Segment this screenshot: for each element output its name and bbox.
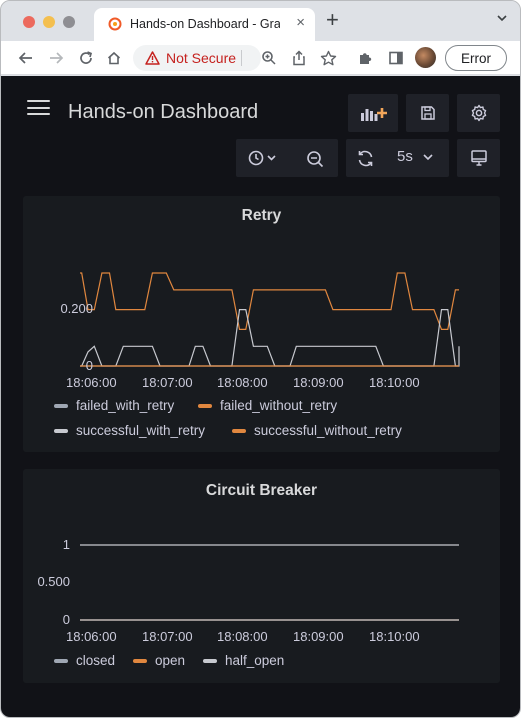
add-panel-button[interactable] bbox=[348, 94, 398, 132]
x-tick-label: 18:10:00 bbox=[369, 629, 420, 644]
profile-avatar[interactable] bbox=[415, 47, 436, 68]
legend-swatch bbox=[54, 428, 68, 433]
grafana-logo-icon bbox=[108, 17, 122, 31]
address-separator bbox=[241, 50, 242, 66]
legend-swatch bbox=[133, 658, 147, 663]
chevron-down-icon[interactable] bbox=[496, 12, 508, 24]
x-tick-label: 18:09:00 bbox=[293, 375, 344, 390]
circuit-breaker-plot-area bbox=[80, 544, 459, 621]
retry-panel: Retry 0.200 0 18:06:00 18:07:00 18:08:00… bbox=[23, 196, 500, 452]
zoom-out-button[interactable] bbox=[306, 150, 324, 173]
zoom-out-icon bbox=[307, 151, 324, 168]
share-icon[interactable] bbox=[290, 49, 308, 67]
forward-arrow-icon[interactable] bbox=[47, 49, 65, 67]
time-picker-group bbox=[236, 139, 338, 177]
legend-swatch bbox=[198, 403, 212, 408]
settings-gear-icon bbox=[471, 104, 486, 122]
bookmark-star-icon[interactable] bbox=[319, 49, 337, 67]
tv-mode-icon bbox=[470, 150, 487, 166]
refresh-icon bbox=[358, 150, 373, 167]
warning-icon bbox=[145, 51, 160, 65]
zoom-icon[interactable] bbox=[260, 49, 278, 67]
minimize-window-button[interactable] bbox=[43, 16, 55, 28]
add-panel-icon bbox=[361, 108, 387, 121]
tab-close-icon[interactable]: × bbox=[296, 14, 305, 31]
x-tick-label: 18:06:00 bbox=[66, 375, 117, 390]
zoom-window-button[interactable] bbox=[63, 16, 75, 28]
save-dashboard-button[interactable] bbox=[406, 94, 449, 132]
x-tick-label: 18:06:00 bbox=[66, 629, 117, 644]
close-window-button[interactable] bbox=[23, 16, 35, 28]
legend-item[interactable]: half_open bbox=[203, 653, 284, 668]
back-arrow-icon[interactable] bbox=[17, 49, 35, 67]
legend-label: successful_without_retry bbox=[254, 423, 402, 438]
x-tick-label: 18:07:00 bbox=[142, 375, 193, 390]
legend-swatch bbox=[203, 658, 217, 663]
legend-label: successful_with_retry bbox=[76, 423, 206, 438]
home-icon[interactable] bbox=[105, 49, 123, 67]
tab-strip: Hands-on Dashboard - Grafana × + bbox=[1, 1, 520, 41]
y-tick-label: 0.500 bbox=[37, 574, 70, 589]
new-tab-button[interactable]: + bbox=[326, 9, 339, 31]
series-line-successful-with-retry bbox=[80, 308, 460, 367]
time-picker-button[interactable] bbox=[248, 150, 278, 171]
sidebar-icon[interactable] bbox=[387, 49, 405, 67]
x-tick-label: 18:08:00 bbox=[217, 629, 268, 644]
x-tick-label: 18:08:00 bbox=[217, 375, 268, 390]
save-icon bbox=[420, 106, 435, 120]
legend-item[interactable]: open bbox=[133, 653, 185, 668]
legend-label: open bbox=[155, 653, 186, 668]
circuit-breaker-panel: Circuit Breaker 1 0.500 0 18:06:00 18:07… bbox=[23, 469, 500, 683]
x-tick-label: 18:07:00 bbox=[142, 629, 193, 644]
legend-label: failed_with_retry bbox=[76, 398, 175, 413]
legend-label: closed bbox=[76, 653, 116, 668]
legend-swatch bbox=[232, 428, 246, 433]
tv-mode-button[interactable] bbox=[457, 139, 500, 177]
legend-item[interactable]: failed_without_retry bbox=[198, 398, 337, 413]
browser-window: Hands-on Dashboard - Grafana × + Not bbox=[0, 0, 521, 718]
browser-toolbar: Not Secure Error bbox=[1, 41, 520, 75]
legend-swatch bbox=[54, 658, 68, 663]
series-line-failed-without-retry bbox=[80, 272, 459, 330]
x-tick-label: 18:09:00 bbox=[293, 629, 344, 644]
refresh-interval[interactable]: 5s bbox=[397, 148, 413, 165]
chevron-down-icon[interactable] bbox=[422, 153, 434, 163]
clock-icon bbox=[248, 150, 276, 166]
legend-item[interactable]: successful_without_retry bbox=[232, 423, 402, 438]
y-tick-label: 0 bbox=[62, 612, 70, 627]
legend-swatch bbox=[54, 403, 68, 408]
retry-plot-area bbox=[80, 272, 460, 367]
legend-item[interactable]: closed bbox=[54, 653, 115, 668]
refresh-picker-group: 5s bbox=[346, 139, 449, 177]
menu-icon[interactable] bbox=[27, 100, 50, 116]
grafana-page: Hands-on Dashboard 5s Retry 0.200 0 18:0… bbox=[1, 76, 520, 717]
x-tick-label: 18:10:00 bbox=[369, 375, 420, 390]
y-tick-label: 1 bbox=[62, 537, 70, 552]
y-tick-label: 0.200 bbox=[60, 301, 93, 316]
refresh-button[interactable] bbox=[356, 149, 375, 173]
legend-item[interactable]: failed_with_retry bbox=[54, 398, 174, 413]
address-bar[interactable]: Not Secure bbox=[133, 45, 261, 71]
legend-label: half_open bbox=[225, 653, 285, 668]
browser-tab[interactable]: Hands-on Dashboard - Grafana × bbox=[94, 8, 315, 41]
tab-title: Hands-on Dashboard - Grafana bbox=[130, 17, 280, 31]
not-secure-label[interactable]: Not Secure bbox=[166, 50, 236, 66]
profile-error-button[interactable]: Error bbox=[445, 45, 507, 71]
reload-icon[interactable] bbox=[77, 49, 95, 67]
extensions-puzzle-icon[interactable] bbox=[357, 49, 375, 67]
dashboard-settings-button[interactable] bbox=[457, 94, 500, 132]
y-tick-label: 0 bbox=[85, 358, 93, 373]
legend-item[interactable]: successful_with_retry bbox=[54, 423, 205, 438]
dashboard-title[interactable]: Hands-on Dashboard bbox=[68, 101, 258, 124]
legend-label: failed_without_retry bbox=[220, 398, 338, 413]
